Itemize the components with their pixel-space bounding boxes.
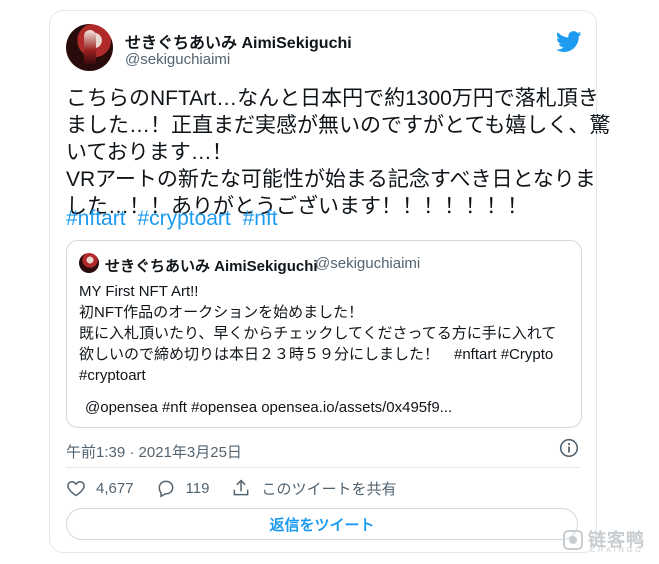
quoted-text-line: MY First NFT Art!! [79,283,199,300]
watermark-logo-icon [563,530,583,550]
heart-icon [67,480,85,497]
action-bar: 4,677 119 このツイートを共有 [66,477,418,499]
reply-tweet-label: 返信をツイート [269,516,375,534]
quoted-text-line: 既に入札頂いたり、早くからチェックしてくださってる方に手に入れて [79,325,557,342]
hashtag-row: #nftart #cryptoart #nft [66,205,284,232]
reply-count-button[interactable]: 119 [156,478,210,498]
share-icon [234,479,249,496]
quoted-display-name: せきぐちあいみ AimiSekiguchi [105,258,318,275]
reply-tweet-button[interactable]: 返信をツイート [66,508,578,540]
divider [66,467,580,468]
tweet-timestamp[interactable]: 午前1:39 · 2021年3月25日 [66,441,242,462]
hashtag-link[interactable]: #nftart [66,207,126,230]
quoted-handle: @sekiguchiaimi [315,255,421,272]
tweet-text-line: いております…！ [66,141,233,164]
avatar[interactable] [66,24,113,71]
quoted-text-line: 初NFT作品のオークションを始めました！ [79,304,364,321]
quoted-tweet[interactable]: せきぐちあいみ AimiSekiguchi @sekiguchiaimi MY … [66,240,582,428]
display-name[interactable]: せきぐちあいみ AimiSekiguchi [125,29,352,53]
reply-count: 119 [185,479,210,497]
user-handle[interactable]: @sekiguchiaimi [125,51,230,68]
like-count: 4,677 [96,479,134,497]
tweet-card: せきぐちあいみ AimiSekiguchi @sekiguchiaimi こちら… [49,10,611,553]
info-icon[interactable] [559,438,579,458]
tweet-text-line: VRアートの新たな可能性が始まる記念すべき日となりま [66,168,596,191]
watermark-subtext: CHAINGO [590,547,644,554]
tweet-text-line: こちらのNFTArt…なんと日本円で約1300万円で落札頂き [66,87,599,110]
quoted-text-line: 欲しいので締め切りは本日２３時５９分にしました！ #nftart #Crypto [79,346,554,363]
tweet-text-line: ました…！正直まだ実感が無いのですがとても嬉しく、驚 [66,114,611,137]
share-button[interactable]: このツイートを共有 [231,478,396,499]
watermark: 链客鸭 CHAINGO [560,525,655,557]
speech-bubble-icon [158,480,173,498]
hashtag-link[interactable]: #nft [243,207,278,230]
quoted-avatar[interactable] [79,253,99,273]
like-button[interactable]: 4,677 [66,478,134,498]
tweet-text: こちらのNFTArt…なんと日本円で約1300万円で落札頂き ました…！正直まだ… [66,85,611,220]
twitter-bird-icon[interactable] [556,31,582,53]
quoted-text: MY First NFT Art!! 初NFT作品のオークションを始めました！ … [79,281,556,386]
quoted-link-line: @opensea #nft #opensea opensea.io/assets… [85,399,453,416]
share-label: このツイートを共有 [261,480,397,498]
hashtag-link[interactable]: #cryptoart [137,207,230,230]
quoted-text-line: #cryptoart [79,367,146,384]
